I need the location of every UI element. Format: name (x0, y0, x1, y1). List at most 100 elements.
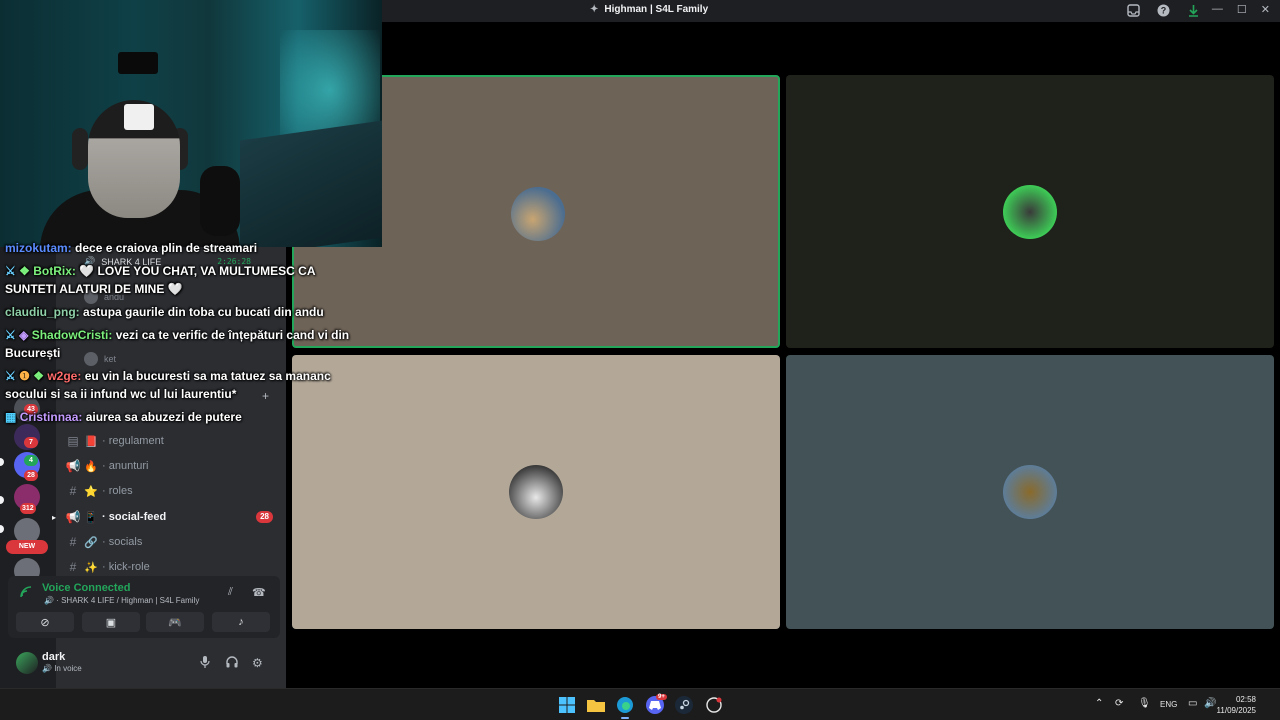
channel-social-feed[interactable]: ▸ 📢 📱 · social-feed 28 (52, 506, 280, 528)
chat-user: ShadowCristi: (31, 328, 113, 342)
avatar (509, 465, 563, 519)
camera-off-button[interactable]: ⊘ (16, 612, 74, 632)
minimize-button[interactable]: — (1212, 3, 1223, 16)
channel-kick-role[interactable]: # ✨ · kick-role (64, 556, 280, 578)
discord-badge: 9+ (656, 694, 667, 700)
chat-text: SUNTETI ALATURI DE MINE 🤍 (5, 282, 183, 296)
sync-icon[interactable]: ⟳ (1115, 698, 1123, 709)
close-button[interactable]: ✕ (1261, 3, 1270, 16)
microphone-shape (200, 166, 240, 236)
microphone-icon[interactable] (200, 656, 210, 671)
network-icon[interactable]: ▭ (1188, 698, 1197, 709)
microphone-tray-icon[interactable]: 🎙 (1138, 698, 1151, 709)
megaphone-icon: 📢 (65, 510, 81, 524)
channel-name-text: anunturi (108, 460, 149, 472)
file-explorer-icon[interactable] (587, 696, 605, 714)
server-badge: 312 (20, 503, 36, 514)
shelf-shape (118, 52, 158, 74)
hash-icon: # (69, 535, 77, 549)
signal-icon[interactable] (20, 586, 32, 601)
edge-browser-icon[interactable] (616, 696, 634, 714)
github-icon[interactable] (705, 696, 723, 714)
titlebar-icons: ? (1126, 3, 1200, 17)
chat-text: 🤍 LOVE YOU CHAT, VA MULTUMESC CA (79, 264, 316, 278)
chat-text: vezi ca te verific de înțepături cand vi… (115, 328, 350, 342)
user-name[interactable]: dark (42, 651, 65, 663)
maximize-button[interactable]: ☐ (1237, 3, 1247, 16)
chat-message: ⚔ ❖ BotRix: 🤍 LOVE YOU CHAT, VA MULTUMES… (5, 264, 316, 278)
server-badge: 7 (24, 437, 38, 448)
chevron-up-icon[interactable]: ⌃ (1095, 698, 1103, 709)
avatar (1003, 185, 1057, 239)
channel-emoji: ✨ (84, 561, 98, 574)
activities-button[interactable]: 🎮 (146, 612, 204, 632)
sword-badge-icon: ⚔ (5, 369, 16, 383)
inbox-icon[interactable] (1126, 3, 1140, 17)
channel-name-text: roles (108, 485, 133, 497)
chat-text: dece e craiova plin de streamari (75, 241, 258, 255)
unread-dot: ▸ (52, 512, 57, 522)
chat-text: eu vin la bucuresti sa ma tatuez sa mana… (84, 369, 331, 383)
avatar[interactable] (16, 652, 38, 674)
channel-anunturi[interactable]: 📢 🔥 · anunturi (64, 455, 280, 477)
channel-emoji: 📱 (84, 511, 98, 524)
chat-message: ▦ Cristinnaa: aiurea sa abuzezi de puter… (5, 410, 242, 424)
mention-badge: 28 (256, 511, 273, 523)
headphones-icon[interactable] (226, 656, 238, 671)
rules-icon: ▤ (67, 434, 79, 448)
channel-name-text: socials (108, 536, 143, 548)
language-indicator[interactable]: ENG (1160, 700, 1177, 709)
gift-badge-icon: ❶ (19, 369, 30, 383)
channel-emoji: ⭐ (84, 485, 98, 498)
chat-message-continued: SUNTETI ALATURI DE MINE 🤍 (5, 282, 183, 296)
mod-badge-icon: ❖ (19, 264, 30, 278)
chat-user: BotRix: (33, 264, 76, 278)
channel-emoji: 🔗 (84, 536, 98, 549)
video-tile[interactable] (786, 75, 1274, 348)
channel-roles[interactable]: # ⭐ · roles (64, 480, 280, 502)
screen: ✦ Highman | S4L Family ? — ☐ ✕ 43 7 4 28… (0, 0, 1280, 720)
help-icon[interactable]: ? (1156, 3, 1170, 17)
chat-message-continued: socului si sa ii infund wc ul lui lauren… (5, 387, 236, 401)
disconnect-icon[interactable]: ☎ (252, 586, 266, 599)
noise-suppression-icon[interactable]: ⫽ (228, 586, 233, 599)
chat-text: astupa gaurile din toba cu bucati din an… (83, 305, 324, 319)
video-tile[interactable] (292, 355, 780, 629)
screen-share-button[interactable]: ▣ (82, 612, 140, 632)
voice-member[interactable]: ket (84, 352, 116, 366)
bed-shape (240, 119, 382, 247)
download-icon[interactable] (1186, 3, 1200, 17)
channel-name: · kick-role (102, 561, 150, 573)
sword-badge-icon: ⚔ (5, 328, 16, 342)
add-channel-icon[interactable]: + (262, 389, 269, 403)
chat-message: mizokutam: dece e craiova plin de stream… (5, 241, 257, 255)
megaphone-icon: 📢 (65, 459, 81, 473)
channel-regulament[interactable]: ▤ 📕 · regulament (64, 430, 280, 452)
avatar (1003, 465, 1057, 519)
voice-status[interactable]: Voice Connected (42, 582, 130, 594)
channel-emoji: 📕 (84, 435, 98, 448)
chat-text: București (5, 346, 61, 360)
user-status: 🔊 In voice (42, 664, 82, 673)
new-badge[interactable]: NEW (6, 540, 48, 554)
chat-message: claudiu_png: astupa gaurile din toba cu … (5, 305, 324, 319)
channel-name: · socials (102, 536, 143, 548)
channel-name-text: social-feed (108, 511, 167, 523)
steam-icon[interactable] (675, 696, 693, 714)
clock-date: 11/09/2025 (1216, 706, 1256, 715)
video-tile[interactable] (786, 355, 1274, 629)
voice-location[interactable]: 🔊 · SHARK 4 LIFE / Highman | S4L Family (44, 596, 199, 605)
channel-socials[interactable]: # 🔗 · socials (64, 531, 280, 553)
hash-icon: # (69, 484, 77, 498)
system-clock[interactable]: 02:58 11/09/2025 (1217, 694, 1256, 716)
headphone-shape (72, 128, 88, 170)
soundboard-button[interactable]: ♪ (212, 612, 270, 632)
gamepad-icon: 🎮 (168, 616, 182, 629)
webcam-overlay (0, 0, 382, 247)
chat-user: Cristinnaa: (19, 410, 83, 424)
server-logo-icon: ✦ (590, 4, 599, 15)
chat-message: ⚔ ❶ ❖ w2ge: eu vin la bucuresti sa ma ta… (5, 369, 331, 383)
volume-icon[interactable]: 🔊 (1204, 698, 1216, 709)
windows-start-icon[interactable] (558, 696, 576, 714)
gear-icon[interactable]: ⚙ (252, 656, 263, 670)
